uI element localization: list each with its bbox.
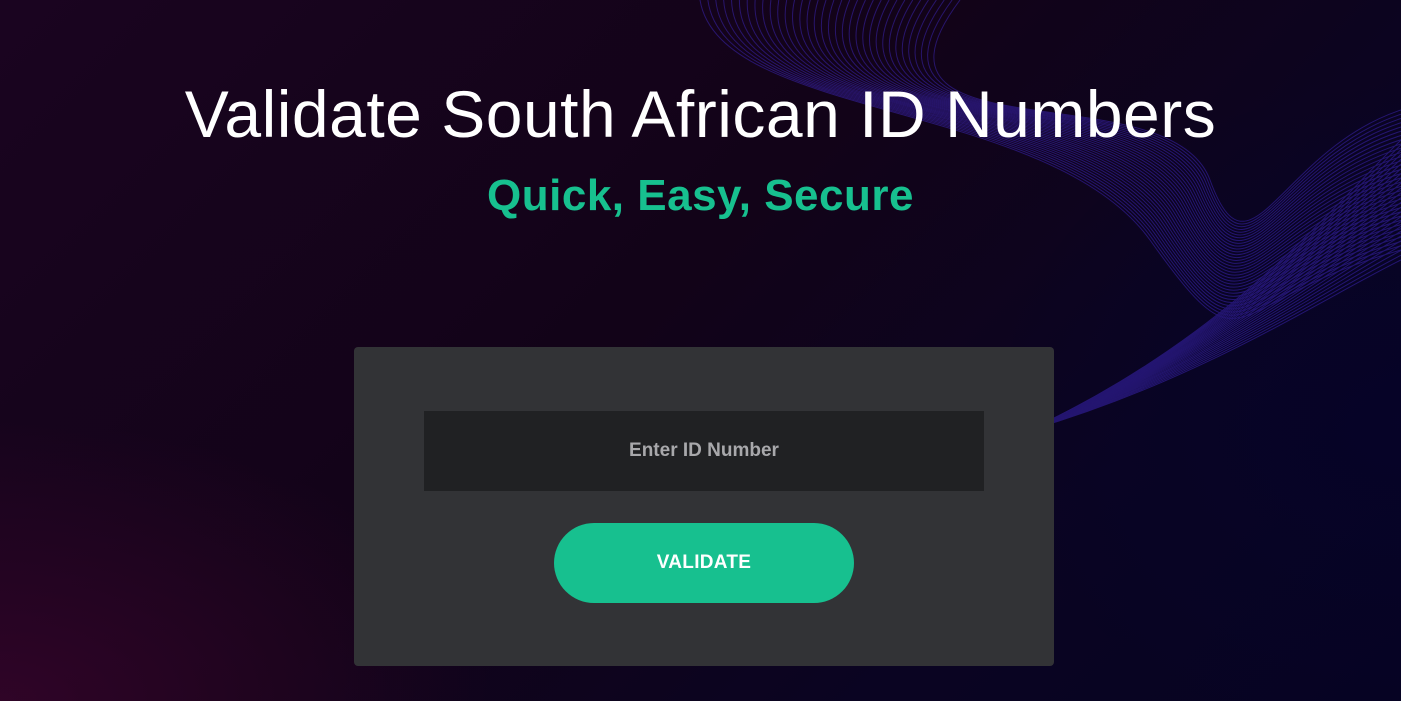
wave-line — [1045, 211, 1401, 423]
validate-button[interactable]: VALIDATE — [554, 523, 854, 603]
id-number-input[interactable] — [424, 411, 984, 491]
wave-line — [1052, 192, 1401, 420]
wave-line — [1037, 235, 1401, 427]
wave-line — [1050, 197, 1401, 421]
wave-line — [707, 0, 1401, 316]
wave-line — [1029, 259, 1401, 431]
wave-line — [1042, 221, 1401, 425]
wave-line — [1041, 225, 1401, 425]
wave-line — [1039, 230, 1401, 426]
wave-line — [699, 0, 1401, 319]
wave-line — [1033, 249, 1401, 429]
wave-line — [715, 0, 1401, 313]
wave-line — [1047, 206, 1401, 422]
wave-line — [1036, 240, 1401, 428]
page-title: Validate South African ID Numbers — [184, 77, 1217, 151]
wave-line — [1049, 201, 1401, 421]
page-subtitle: Quick, Easy, Secure — [487, 171, 914, 220]
validation-card: VALIDATE — [354, 347, 1054, 666]
wave-line — [1031, 254, 1401, 430]
wave-line — [1034, 245, 1401, 429]
wave-line — [1044, 216, 1401, 424]
wave-line — [723, 0, 1401, 310]
